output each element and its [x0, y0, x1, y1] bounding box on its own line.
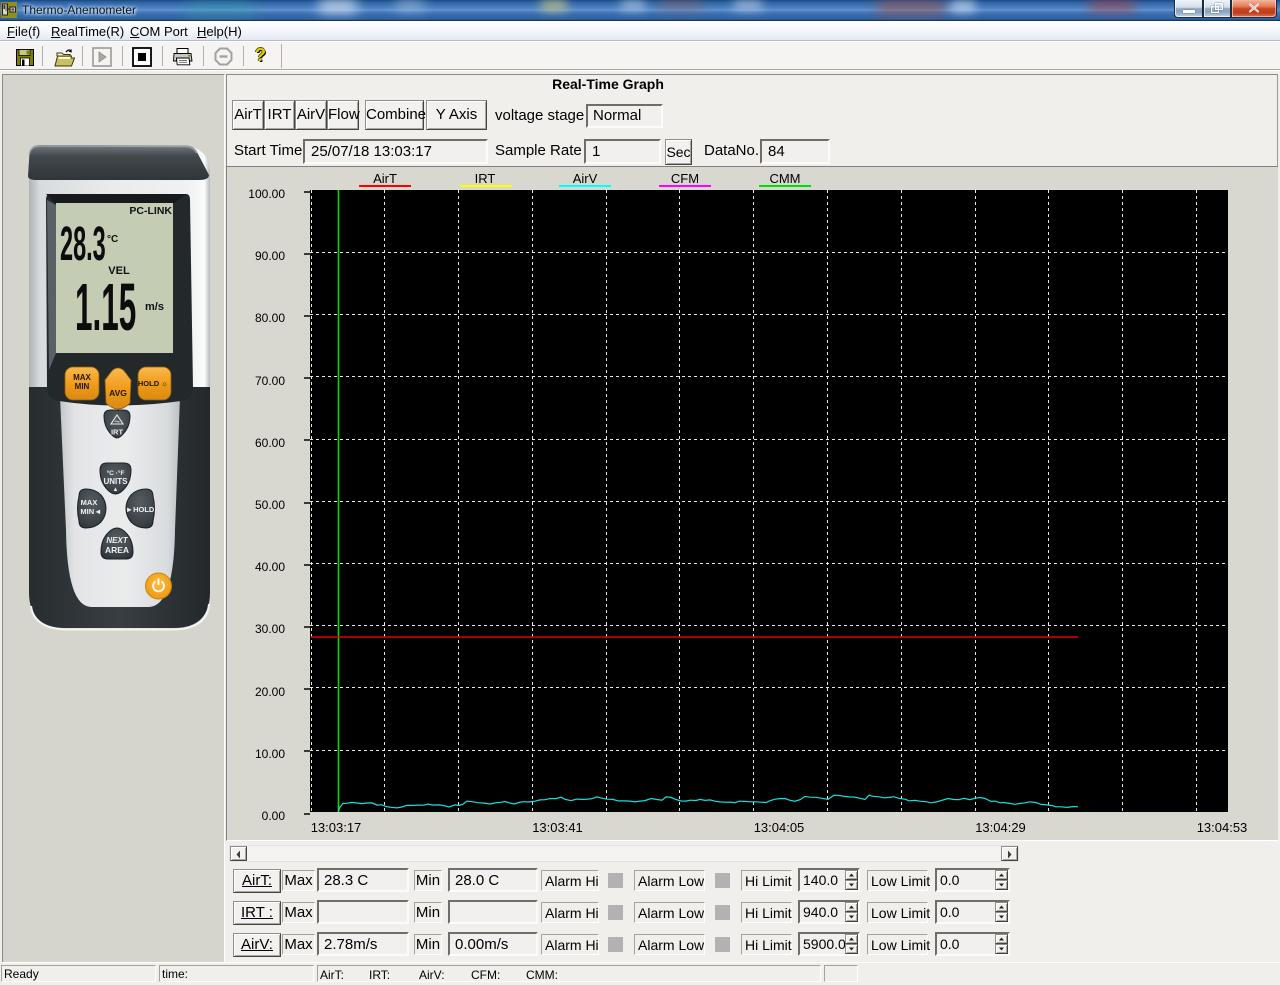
svg-text:NEXT: NEXT: [106, 536, 128, 545]
svg-text:MIN: MIN: [75, 382, 90, 391]
svg-text:AVG: AVG: [109, 388, 127, 398]
svg-text:MIN◄: MIN◄: [80, 507, 101, 516]
svg-text:1.15: 1.15: [75, 271, 136, 345]
svg-text:AREA: AREA: [105, 545, 129, 555]
svg-text:MAX: MAX: [81, 498, 98, 507]
svg-text:IRT: IRT: [111, 428, 124, 437]
svg-text:▲: ▲: [113, 487, 119, 493]
svg-text:28.3: 28.3: [60, 218, 106, 271]
svg-text:m/s: m/s: [145, 301, 164, 313]
svg-text:°C ·°F: °C ·°F: [107, 469, 125, 477]
svg-text:HOLD ☼: HOLD ☼: [138, 379, 168, 388]
svg-text:UNITS: UNITS: [104, 477, 129, 486]
svg-text:°C: °C: [107, 234, 118, 245]
svg-text:►HOLD: ►HOLD: [126, 505, 155, 514]
svg-text:PC-LINK: PC-LINK: [129, 205, 172, 217]
svg-text:MAX: MAX: [73, 373, 91, 382]
